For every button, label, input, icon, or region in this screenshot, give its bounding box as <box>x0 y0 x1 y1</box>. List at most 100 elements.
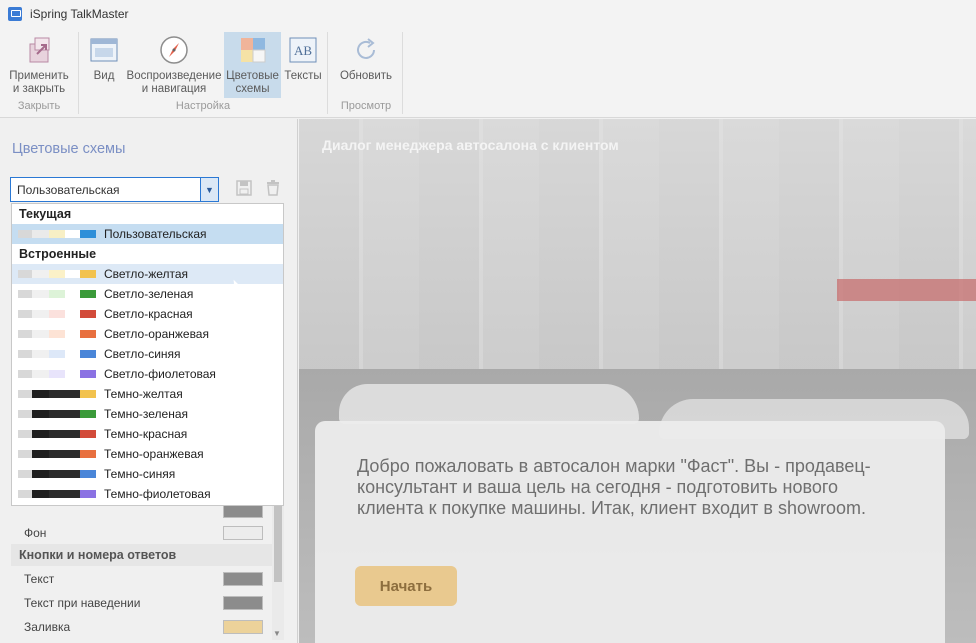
scrollbar[interactable]: ▼ <box>272 506 284 640</box>
chevron-down-icon[interactable]: ▼ <box>273 629 281 638</box>
view-button[interactable]: Вид <box>86 32 122 98</box>
scheme-item[interactable]: Светло-синяя <box>12 344 283 364</box>
color-schemes-label: Цветовые схемы <box>226 70 279 95</box>
swatch-color <box>64 430 81 438</box>
swatch-color <box>64 230 81 238</box>
scheme-item[interactable]: Темно-синяя <box>12 464 283 484</box>
swatch-color <box>49 430 65 438</box>
swatch-color <box>49 310 65 318</box>
scheme-item[interactable]: Темно-желтая <box>12 384 283 404</box>
dialog-box: Добро пожаловать в автосалон марки "Фаст… <box>315 421 945 643</box>
ribbon-separator <box>402 32 403 114</box>
swatch-color <box>18 490 32 498</box>
scheme-item[interactable]: Темно-красная <box>12 424 283 444</box>
color-swatch[interactable] <box>223 596 263 610</box>
scheme-item-label: Темно-красная <box>104 427 188 441</box>
swatch-color <box>31 430 50 438</box>
color-schemes-button[interactable]: Цветовые схемы <box>224 32 281 98</box>
color-swatch[interactable] <box>223 526 263 540</box>
swatch-color <box>49 470 65 478</box>
scheme-item-label: Светло-зеленая <box>104 287 194 301</box>
scheme-item-label: Темно-зеленая <box>104 407 188 421</box>
swatch-color <box>80 370 96 378</box>
scheme-swatch <box>17 309 97 319</box>
scheme-item-label: Светло-оранжевая <box>104 327 209 341</box>
scheme-item[interactable]: Светло-красная <box>12 304 283 324</box>
scheme-swatch <box>17 449 97 459</box>
scheme-item-label: Светло-желтая <box>104 267 189 281</box>
swatch-color <box>18 430 32 438</box>
swatch-color <box>64 270 81 278</box>
color-swatch[interactable] <box>223 572 263 586</box>
scheme-item-custom[interactable]: Пользовательская <box>12 224 283 244</box>
start-button[interactable]: Начать <box>355 566 457 606</box>
swatch-color <box>18 370 32 378</box>
scheme-dropdown-list: Текущая Пользовательская Встроенные Свет… <box>11 203 284 506</box>
background-sign <box>837 279 976 301</box>
texts-button[interactable]: AB Тексты <box>283 32 323 98</box>
swatch-color <box>64 370 81 378</box>
scheme-swatch <box>17 329 97 339</box>
color-swatch[interactable] <box>223 620 263 634</box>
scheme-item[interactable]: Светло-желтая <box>12 264 283 284</box>
scheme-properties: Фон Кнопки и номера ответов Текст Текст … <box>11 504 284 640</box>
swatch-color <box>31 410 50 418</box>
apply-close-button[interactable]: Применить и закрыть <box>4 32 74 98</box>
swatch-color <box>31 490 50 498</box>
scheme-item[interactable]: Темно-оранжевая <box>12 444 283 464</box>
swatch-color <box>80 290 96 298</box>
swatch-color <box>64 450 81 458</box>
swatch-color <box>18 390 32 398</box>
swatch-color <box>80 350 96 358</box>
group-settings-label: Настройка <box>175 100 231 112</box>
scheme-item[interactable]: Темно-зеленая <box>12 404 283 424</box>
scheme-swatch <box>17 229 97 239</box>
scheme-item-label: Темно-фиолетовая <box>104 487 211 501</box>
scheme-item-label: Темно-синяя <box>104 467 176 481</box>
trash-icon[interactable] <box>264 180 282 198</box>
swatch-color <box>31 330 50 338</box>
scheme-combobox[interactable]: Пользовательская ▼ <box>10 177 219 202</box>
scene-title: Диалог менеджера автосалона с клиентом <box>322 137 619 153</box>
color-swatch[interactable] <box>223 504 263 518</box>
swatch-color <box>80 270 96 278</box>
apply-close-icon <box>23 34 55 66</box>
swatch-color <box>31 450 50 458</box>
scheme-item-label: Светло-синяя <box>104 347 181 361</box>
swatch-color <box>49 290 65 298</box>
swatch-color <box>31 370 50 378</box>
swatch-color <box>18 410 32 418</box>
swatch-color <box>80 390 96 398</box>
refresh-button[interactable]: Обновить <box>334 32 398 98</box>
texts-icon: AB <box>287 34 319 66</box>
slide-preview: Диалог менеджера автосалона с клиентом Д… <box>299 119 976 643</box>
scheme-swatch <box>17 429 97 439</box>
swatch-color <box>49 230 65 238</box>
chevron-down-icon[interactable]: ▼ <box>200 178 218 201</box>
scheme-swatch <box>17 349 97 359</box>
scrollbar-thumb[interactable] <box>274 506 282 582</box>
swatch-color <box>64 310 81 318</box>
swatch-color <box>64 490 81 498</box>
scheme-item[interactable]: Темно-фиолетовая <box>12 484 283 504</box>
swatch-color <box>31 470 50 478</box>
scheme-item-label: Пользовательская <box>104 227 207 241</box>
swatch-color <box>80 450 96 458</box>
refresh-icon <box>350 34 382 66</box>
playback-nav-label: Воспроизведение и навигация <box>126 70 222 95</box>
scheme-item[interactable]: Светло-оранжевая <box>12 324 283 344</box>
swatch-color <box>80 230 96 238</box>
prop-label: Фон <box>24 526 47 540</box>
swatch-color <box>49 270 65 278</box>
apply-close-label: Применить и закрыть <box>9 70 69 95</box>
swatch-color <box>64 470 81 478</box>
swatch-color <box>31 310 50 318</box>
swatch-color <box>18 230 32 238</box>
scheme-item[interactable]: Светло-фиолетовая <box>12 364 283 384</box>
swatch-color <box>80 470 96 478</box>
playback-nav-button[interactable]: Воспроизведение и навигация <box>126 32 222 98</box>
save-icon[interactable] <box>235 180 253 198</box>
prop-row-text-hover: Текст при наведении <box>11 592 273 614</box>
prop-label: Текст <box>24 572 55 586</box>
panel-title: Цветовые схемы <box>12 141 126 157</box>
